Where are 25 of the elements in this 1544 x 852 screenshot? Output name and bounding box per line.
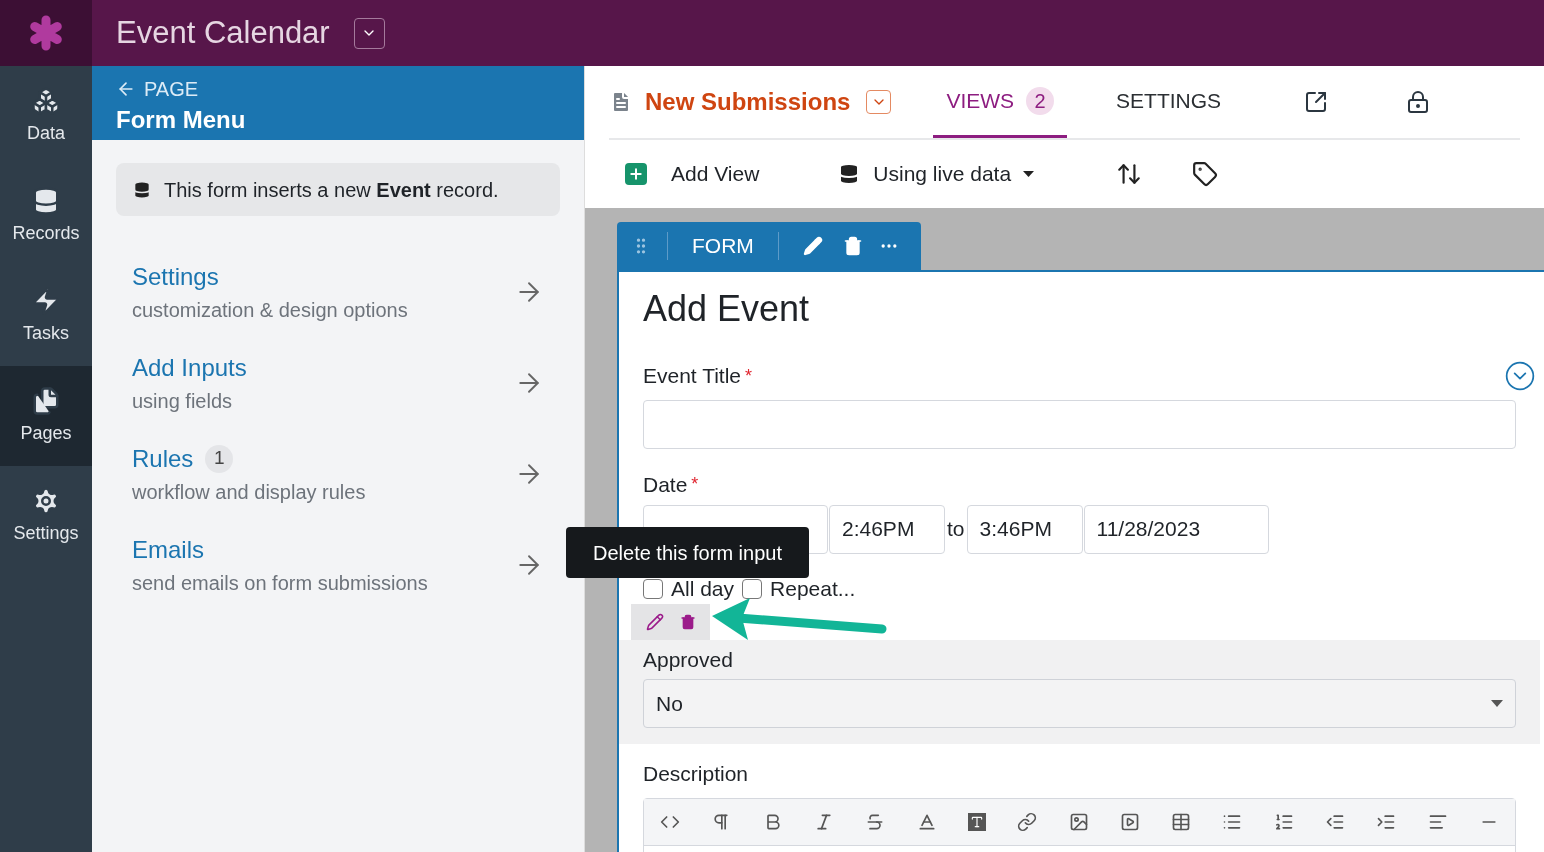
info-text: This form inserts a new Event record. — [164, 177, 499, 203]
field-label: Description — [643, 761, 749, 787]
menu-item-title: Add Inputs — [132, 352, 247, 383]
count-badge: 1 — [205, 444, 234, 473]
tooltip: Delete this form input — [566, 527, 809, 578]
menu-item-subtitle: using fields — [132, 388, 234, 414]
form-title: Add Event — [642, 287, 811, 331]
menu-item-subtitle: customization & design options — [132, 297, 408, 323]
field-label: Date — [643, 472, 688, 498]
required-mark: * — [745, 364, 753, 388]
required-mark: * — [691, 473, 699, 497]
checkbox-label: Repeat... — [770, 575, 856, 602]
app-title: Event Calendar — [116, 13, 330, 52]
menu-item-subtitle: send emails on form submissions — [132, 570, 428, 596]
menu-item-subtitle: workflow and display rules — [132, 479, 366, 505]
field-label: Approved — [643, 646, 733, 673]
page-title: New Submissions — [645, 87, 851, 117]
checkbox-label: All day — [671, 575, 735, 602]
field-label: Event Title — [643, 363, 742, 390]
menu-item-title: Emails — [132, 534, 204, 565]
menu-item-title: Settings — [132, 261, 219, 292]
menu-item-title: Rules — [132, 443, 194, 474]
view-type-label: FORM — [692, 233, 754, 260]
range-separator: to — [946, 516, 966, 543]
panel-title: Form Menu — [116, 105, 247, 135]
